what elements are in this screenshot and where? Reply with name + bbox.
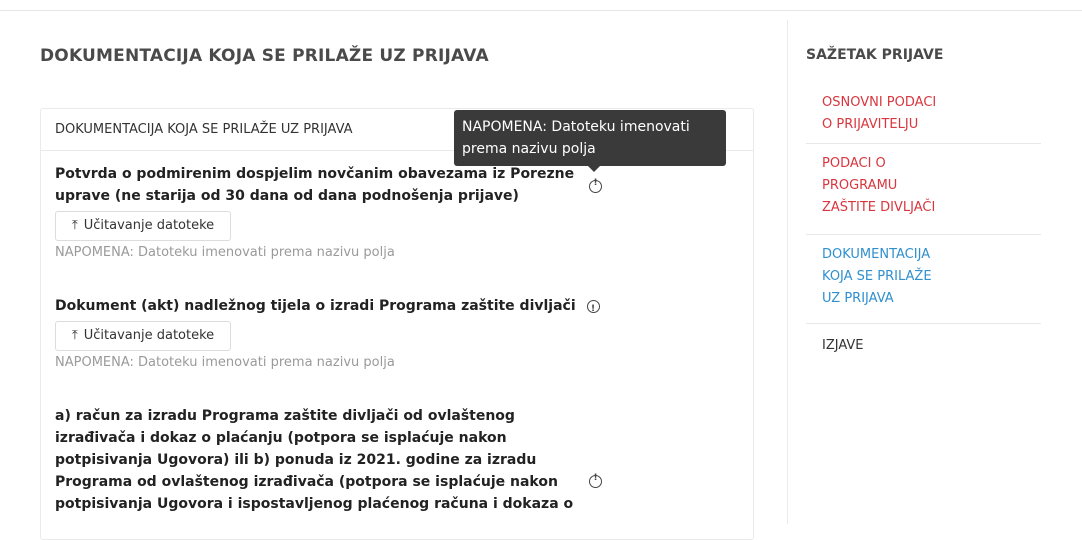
- summary-item-line: UZ PRIJAVA: [822, 291, 894, 306]
- field-label-line: uprave (ne starija od 30 dana od dana po…: [55, 188, 519, 204]
- field-label: a) račun za izradu Programa zaštite divl…: [55, 405, 735, 515]
- summary-item-line: PROGRAMU: [822, 178, 898, 193]
- documentation-card: DOKUMENTACIJA KOJA SE PRILAŽE UZ PRIJAVA…: [40, 108, 754, 540]
- field-tax-certificate: Potvrda o podmirenim dospjelim novčanim …: [55, 163, 735, 260]
- info-icon[interactable]: [586, 298, 600, 320]
- field-label-line: a) račun za izradu Programa zaštite divl…: [55, 408, 515, 424]
- summary-separator: [806, 234, 1041, 235]
- field-note: NAPOMENA: Datoteku imenovati prema naziv…: [55, 355, 395, 370]
- tooltip-arrow: [588, 166, 600, 172]
- summary-item-documentation[interactable]: DOKUMENTACIJA KOJA SE PRILAŽE UZ PRIJAVA: [822, 244, 1042, 310]
- summary-item-line: OSNOVNI PODACI: [822, 95, 937, 110]
- summary-item-line: DOKUMENTACIJA: [822, 247, 931, 262]
- summary-item-line: O PRIJAVITELJU: [822, 117, 919, 132]
- field-label-line: Dokument (akt) nadležnog tijela o izradi…: [55, 298, 576, 314]
- tooltip: NAPOMENA: Datoteku imenovati prema naziv…: [454, 110, 726, 166]
- field-label-line: potpisivanja Ugovora i ispostavljenog pl…: [55, 496, 574, 512]
- field-note: NAPOMENA: Datoteku imenovati prema naziv…: [55, 245, 395, 260]
- summary-item-statements[interactable]: IZJAVE: [822, 335, 1042, 357]
- summary-item-line: ZAŠTITE DIVLJAČI: [822, 200, 936, 215]
- upload-button-label: Učitavanje datoteke: [83, 328, 215, 343]
- upload-icon: ⤒: [72, 328, 78, 343]
- summary-item-program-data[interactable]: PODACI O PROGRAMU ZAŠTITE DIVLJAČI: [822, 153, 1042, 219]
- summary-item-applicant-data[interactable]: OSNOVNI PODACI O PRIJAVITELJU: [822, 92, 1042, 136]
- upload-button-label: Učitavanje datoteke: [83, 218, 215, 233]
- info-icon[interactable]: [589, 473, 602, 488]
- summary-title: SAŽETAK PRIJAVE: [806, 47, 944, 63]
- field-authority-document: Dokument (akt) nadležnog tijela o izradi…: [55, 295, 735, 370]
- summary-separator: [806, 143, 1041, 144]
- tooltip-line: prema nazivu polja: [462, 141, 596, 157]
- summary-item-line: KOJA SE PRILAŽE: [822, 269, 932, 284]
- field-label-line: Programa od ovlaštenog izrađivača (potpo…: [55, 474, 558, 490]
- page-title: DOKUMENTACIJA KOJA SE PRILAŽE UZ PRIJAVA: [40, 46, 489, 66]
- summary-item-line: PODACI O: [822, 156, 886, 171]
- field-label: Dokument (akt) nadležnog tijela o izradi…: [55, 295, 735, 320]
- field-label-line: potpisivanja Ugovora) ili b) ponuda iz 2…: [55, 452, 537, 468]
- field-label-line: izrađivača i dokaz o plaćanju (potpora s…: [55, 430, 507, 446]
- info-icon[interactable]: [589, 178, 602, 193]
- upload-icon: ⤒: [72, 218, 78, 233]
- field-label-line: Potvrda o podmirenim dospjelim novčanim …: [55, 166, 575, 182]
- tooltip-line: NAPOMENA: Datoteku imenovati: [462, 119, 690, 135]
- upload-button[interactable]: ⤒ Učitavanje datoteke: [55, 321, 232, 351]
- field-label: Potvrda o podmirenim dospjelim novčanim …: [55, 163, 735, 207]
- sidebar-divider: [787, 20, 788, 524]
- summary-separator: [806, 323, 1041, 324]
- upload-button[interactable]: ⤒ Učitavanje datoteke: [55, 211, 232, 241]
- summary-item-line: IZJAVE: [822, 338, 864, 353]
- top-divider: [0, 10, 1082, 11]
- field-invoice-or-offer: a) račun za izradu Programa zaštite divl…: [55, 405, 735, 515]
